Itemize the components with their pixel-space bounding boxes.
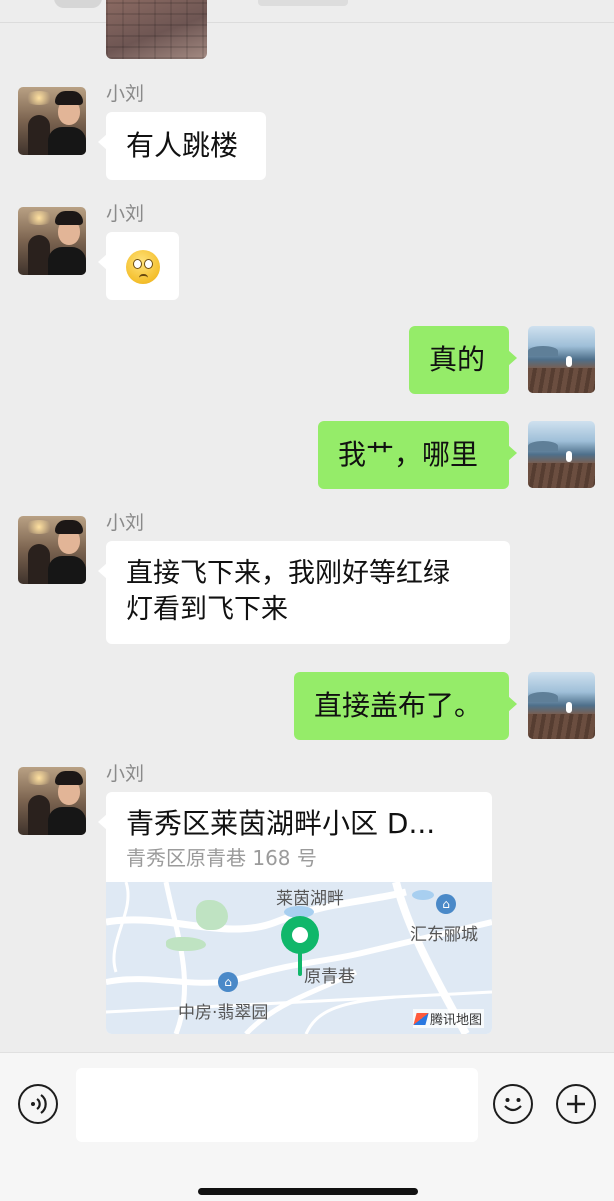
- avatar-hill: [528, 346, 558, 356]
- worried-face-icon: [126, 250, 160, 284]
- avatar-bird: [566, 356, 572, 367]
- avatar[interactable]: [18, 767, 86, 835]
- location-title: 青秀区莱茵湖畔小区 D...: [126, 807, 436, 840]
- plus-icon[interactable]: [556, 1084, 596, 1124]
- avatar-hair: [55, 91, 83, 105]
- message-bubble[interactable]: 直接飞下来，我刚好等红绿 灯看到飞下来: [98, 541, 510, 644]
- emoji-eye: [144, 259, 153, 269]
- location-address: 青秀区原青巷 168 号: [126, 846, 317, 870]
- avatar-hair: [55, 211, 83, 225]
- map-poi-icon: ⌂: [436, 894, 456, 914]
- avatar-bird: [566, 451, 572, 462]
- plus-icon-glyph: [567, 1095, 585, 1113]
- input-bar: [0, 1052, 614, 1201]
- avatar[interactable]: [18, 207, 86, 275]
- avatar-dock: [528, 368, 595, 393]
- map-label: 中房·翡翠园: [178, 1003, 269, 1023]
- avatar-person: [48, 556, 86, 584]
- sender-name: 小刘: [106, 512, 145, 534]
- location-pin-icon: [298, 952, 302, 976]
- message-bubble[interactable]: [98, 232, 179, 300]
- map-label: 原青巷: [304, 967, 355, 987]
- avatar-lamp: [24, 771, 54, 785]
- sender-name: 小刘: [106, 83, 145, 105]
- voice-icon[interactable]: [18, 1084, 58, 1124]
- avatar-person: [28, 795, 50, 835]
- map-water: [412, 890, 434, 900]
- title-bar: [0, 0, 614, 23]
- map-label: 汇东郦城: [410, 925, 478, 945]
- map-poi-icon: ⌂: [218, 972, 238, 992]
- message-text-line: 灯看到飞下来: [126, 594, 288, 625]
- message-text: 直接盖布了。: [314, 689, 483, 722]
- avatar-person: [48, 127, 86, 155]
- avatar[interactable]: [18, 516, 86, 584]
- map-brand-label: 腾讯地图: [429, 1013, 482, 1028]
- sender-name: 小刘: [106, 763, 145, 785]
- message-text-line: 直接飞下来，我刚好等红绿: [126, 558, 450, 589]
- avatar[interactable]: [18, 87, 86, 155]
- smiley-icon[interactable]: [493, 1084, 533, 1124]
- sender-name: 小刘: [106, 203, 145, 225]
- map-park: [166, 937, 206, 951]
- map-park: [196, 900, 228, 930]
- location-pin-icon: [281, 916, 319, 954]
- emoji-eye: [133, 259, 142, 269]
- avatar-bird: [566, 702, 572, 713]
- voice-icon-glyph: [31, 1094, 47, 1114]
- my-message-bubble[interactable]: 真的: [409, 326, 517, 394]
- my-message-bubble[interactable]: 我艹，哪里: [318, 421, 517, 489]
- emoji-mouth: [139, 274, 148, 278]
- message-bubble[interactable]: 有人跳楼: [98, 112, 266, 180]
- message-text: 有人跳楼: [126, 129, 239, 162]
- avatar-person: [48, 247, 86, 275]
- tencent-map-logo-icon: [413, 1013, 429, 1025]
- message-text: 真的: [429, 343, 486, 376]
- map-brand: 腾讯地图: [412, 1009, 484, 1028]
- home-indicator: [198, 1188, 418, 1195]
- my-message-bubble[interactable]: 直接盖布了。: [294, 672, 517, 740]
- avatar-hill: [528, 441, 558, 451]
- message-input[interactable]: [76, 1068, 478, 1142]
- message-text: 我艹，哪里: [338, 438, 479, 471]
- avatar-person: [28, 544, 50, 584]
- location-card[interactable]: 青秀区莱茵湖畔小区 D... 青秀区原青巷 168 号 莱茵湖畔 ⌂ 汇东郦城 …: [98, 792, 492, 1034]
- avatar-person: [48, 807, 86, 835]
- avatar-lamp: [24, 211, 54, 225]
- avatar-hill: [528, 692, 558, 702]
- avatar-lamp: [24, 91, 54, 105]
- avatar-dock: [528, 714, 595, 739]
- my-avatar[interactable]: [528, 326, 595, 393]
- avatar-person: [28, 115, 50, 155]
- map-preview[interactable]: 莱茵湖畔 ⌂ 汇东郦城 原青巷 ⌂ 中房·翡翠园 腾讯地图: [106, 882, 492, 1034]
- chat-title: [258, 0, 348, 6]
- avatar-hair: [55, 771, 83, 785]
- smiley-icon-glyph: [504, 1098, 522, 1112]
- avatar-hair: [55, 520, 83, 534]
- avatar-person: [28, 235, 50, 275]
- previous-photo-message[interactable]: [106, 0, 207, 59]
- avatar-lamp: [24, 520, 54, 534]
- my-avatar[interactable]: [528, 421, 595, 488]
- back-button[interactable]: [54, 0, 102, 8]
- map-label: 莱茵湖畔: [276, 889, 344, 909]
- avatar-dock: [528, 463, 595, 488]
- my-avatar[interactable]: [528, 672, 595, 739]
